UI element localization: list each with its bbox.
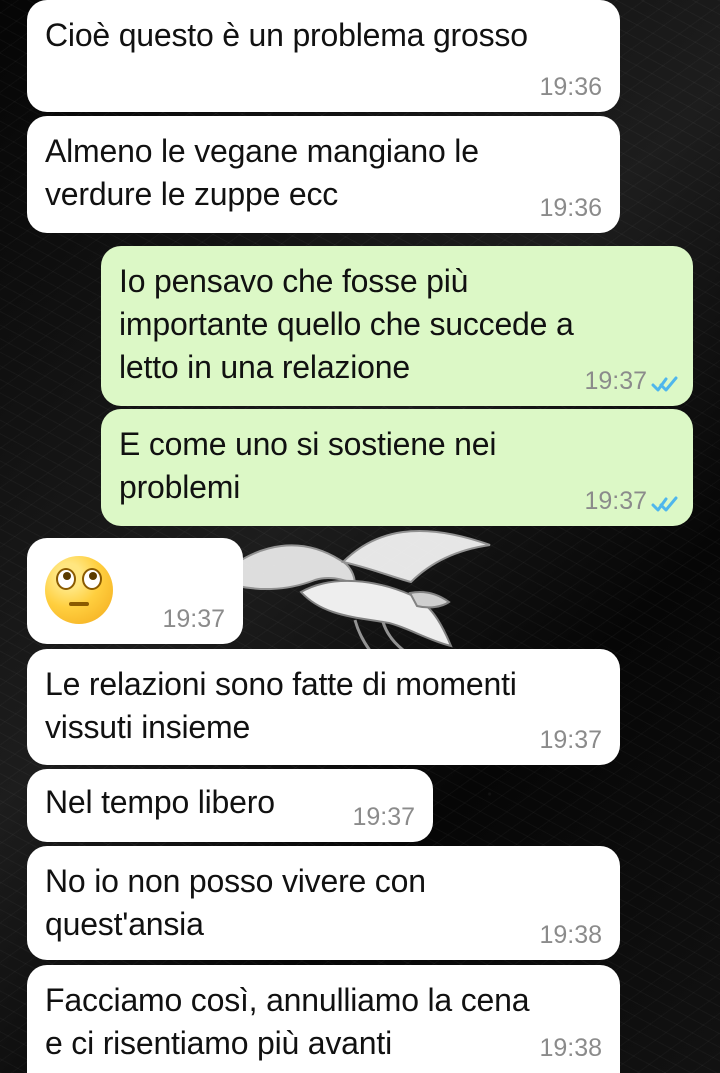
eye-icon: [56, 568, 76, 590]
incoming-message[interactable]: Nel tempo libero 19:37: [27, 769, 433, 842]
face-with-rolling-eyes-icon: [45, 556, 113, 624]
incoming-message[interactable]: Cioè questo è un problema grosso 19:36: [27, 0, 620, 112]
message-time: 19:37: [584, 367, 647, 395]
message-text: No io non posso vivere con quest'ansia: [45, 863, 426, 942]
double-check-icon: [651, 376, 678, 392]
incoming-message[interactable]: Almeno le vegane mangiano le verdure le …: [27, 116, 620, 233]
incoming-message[interactable]: Le relazioni sono fatte di momenti vissu…: [27, 649, 620, 765]
message-time: 19:37: [584, 487, 647, 515]
message-time: 19:37: [539, 726, 602, 754]
double-check-icon: [651, 496, 678, 512]
outgoing-message[interactable]: E come uno si sostiene nei problemi 19:3…: [101, 409, 693, 526]
message-text: Facciamo così, annulliamo la cena e ci r…: [45, 982, 530, 1061]
message-time: 19:37: [352, 803, 415, 831]
outgoing-message[interactable]: Io pensavo che fosse più importante quel…: [101, 246, 693, 406]
message-text: E come uno si sostiene nei problemi: [119, 426, 497, 505]
message-time: 19:37: [162, 605, 225, 633]
message-text: Nel tempo libero: [45, 784, 275, 820]
message-text: Almeno le vegane mangiano le verdure le …: [45, 133, 479, 212]
pupil-icon: [63, 572, 71, 580]
incoming-message[interactable]: No io non posso vivere con quest'ansia 1…: [27, 846, 620, 960]
message-time: 19:36: [539, 194, 602, 222]
message-time: 19:38: [539, 921, 602, 949]
message-text: Io pensavo che fosse più importante quel…: [119, 263, 574, 385]
message-text: Le relazioni sono fatte di momenti vissu…: [45, 666, 517, 745]
message-time: 19:36: [539, 73, 602, 101]
incoming-emoji-message[interactable]: 19:37: [27, 538, 243, 644]
message-text: Cioè questo è un problema grosso: [45, 17, 528, 53]
mouth-icon: [69, 602, 89, 606]
pupil-icon: [89, 572, 97, 580]
bird-wallpaper-image: [213, 529, 491, 667]
eye-icon: [82, 568, 102, 590]
incoming-message[interactable]: Facciamo così, annulliamo la cena e ci r…: [27, 965, 620, 1073]
message-time: 19:38: [539, 1034, 602, 1062]
